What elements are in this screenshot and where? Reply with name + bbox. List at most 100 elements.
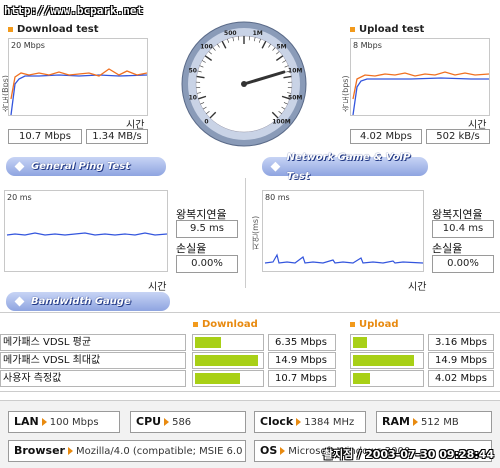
tab-general-ping-test[interactable]: General Ping Test xyxy=(6,157,166,176)
arrow-right-icon xyxy=(41,418,47,426)
bandwidth-download-bar-fill xyxy=(195,373,240,384)
tab-game-label: Network Game & VoIP Test xyxy=(286,151,411,182)
bandwidth-download-bar-fill xyxy=(195,355,258,366)
ram-value: 512 MB xyxy=(420,417,459,428)
bandwidth-download-head: Download xyxy=(193,319,258,330)
ping-graph: 20 ms xyxy=(4,190,168,272)
diamond-icon xyxy=(14,161,25,172)
orange-square-icon xyxy=(350,27,355,32)
diamond-icon xyxy=(14,296,25,307)
bandwidth-row-label: 메가패스 VDSL 평균 xyxy=(0,334,186,351)
diamond-icon xyxy=(270,161,281,172)
bandwidth-upload-bar xyxy=(350,370,424,387)
lan-value: 100 Mbps xyxy=(49,417,99,428)
bandwidth-download-value: 6.35 Mbps xyxy=(268,334,336,351)
browser-info: Browser Mozilla/4.0 (compatible; MSIE 6.0 xyxy=(8,440,246,462)
game-loss-value: 0.00% xyxy=(432,255,494,273)
gauge-label: 5M xyxy=(276,44,286,51)
lan-info: LAN 100 Mbps xyxy=(8,411,120,433)
tab-bandwidth-gauge[interactable]: Bandwidth Gauge xyxy=(6,292,170,311)
cpu-label: CPU xyxy=(136,415,162,428)
arrow-right-icon xyxy=(412,418,418,426)
bandwidth-download-bar xyxy=(192,370,264,387)
bandwidth-upload-bar-fill xyxy=(353,373,370,384)
upload-kbs-value: 502 kB/s xyxy=(426,129,490,144)
bandwidth-row-label: 메가패스 VDSL 최대값 xyxy=(0,352,186,369)
game-xlabel: 시간 xyxy=(408,282,427,293)
bandwidth-row-label: 사용자 측정값 xyxy=(0,370,186,387)
bandwidth-upload-head-text: Upload xyxy=(359,319,399,330)
ping-loss-value: 0.00% xyxy=(176,255,238,273)
gauge-label: 10M xyxy=(288,67,302,74)
arrow-right-icon xyxy=(296,418,302,426)
bandwidth-download-head-text: Download xyxy=(202,319,258,330)
browser-value: Mozilla/4.0 (compatible; MSIE 6.0 xyxy=(75,446,243,457)
arrow-right-icon xyxy=(164,418,170,426)
bandwidth-upload-head: Upload xyxy=(350,319,398,330)
bandwidth-upload-bar-fill xyxy=(353,337,367,348)
gauge-label: 100 xyxy=(200,44,213,51)
upload-title-text: Upload test xyxy=(359,24,425,35)
download-test-title: Download test xyxy=(8,24,99,35)
bandwidth-upload-bar-fill xyxy=(353,355,415,366)
upload-mbps-value: 4.02 Mbps xyxy=(350,129,422,144)
ram-label: RAM xyxy=(382,415,410,428)
ping-loss-label: 손실율 xyxy=(176,242,207,255)
gauge-hub xyxy=(241,81,247,87)
site-url: http://www.bcpark.net xyxy=(4,4,144,17)
upload-series-blue xyxy=(352,77,489,115)
clock-label: Clock xyxy=(260,415,294,428)
ping-graph-svg xyxy=(6,232,167,236)
ram-info: RAM 512 MB xyxy=(376,411,492,433)
orange-square-icon xyxy=(8,27,13,32)
game-latency-value: 10.4 ms xyxy=(432,220,494,238)
cpu-info: CPU 586 xyxy=(130,411,246,433)
bandwidth-upload-bar xyxy=(350,334,424,351)
gauge-label: 50 xyxy=(189,67,197,74)
game-loss-label: 손실율 xyxy=(432,242,463,255)
bandwidth-upload-value: 14.9 Mbps xyxy=(428,352,494,369)
clock-value: 1384 MHz xyxy=(304,417,355,428)
arrow-right-icon xyxy=(280,447,286,455)
tab-ping-label: General Ping Test xyxy=(31,161,131,172)
os-label: OS xyxy=(260,444,278,457)
clock-info: Clock 1384 MHz xyxy=(254,411,366,433)
bandwidth-download-bar-fill xyxy=(195,337,222,348)
ping-latency-value: 9.5 ms xyxy=(176,220,238,238)
bandwidth-download-value: 10.7 Mbps xyxy=(268,370,336,387)
gauge-label: 50M xyxy=(288,95,302,102)
bandwidth-download-bar xyxy=(192,352,264,369)
watermark: 촬지점 / 2003-07-30 09:28:44 xyxy=(323,448,494,461)
gauge-label: 1M xyxy=(253,30,263,37)
download-series-orange xyxy=(10,68,147,100)
game-graph-svg xyxy=(264,253,423,264)
speed-gauge-svg: 0 10 50 100 500 1M 5M 10M 50M 100M xyxy=(181,21,307,147)
gauge-label: 0 xyxy=(204,118,208,125)
upload-series-orange xyxy=(352,71,489,100)
download-mbps-value: 10.7 Mbps xyxy=(8,129,82,144)
download-mbs-value: 1.34 MB/s xyxy=(86,129,148,144)
lan-label: LAN xyxy=(14,415,39,428)
download-series-blue xyxy=(10,74,147,115)
upload-graph-svg xyxy=(352,71,489,115)
orange-square-icon xyxy=(193,322,198,327)
download-graph-svg xyxy=(10,68,147,115)
game-series xyxy=(264,253,423,264)
gauge-label: 500 xyxy=(224,30,237,37)
ping-xlabel: 시간 xyxy=(148,282,167,293)
orange-square-icon xyxy=(350,322,355,327)
bandwidth-upload-value: 3.16 Mbps xyxy=(428,334,494,351)
download-title-text: Download test xyxy=(17,24,99,35)
browser-label: Browser xyxy=(14,444,65,457)
upload-test-title: Upload test xyxy=(350,24,424,35)
bandwidth-upload-bar xyxy=(350,352,424,369)
cpu-value: 586 xyxy=(172,417,192,428)
gauge-label: 100M xyxy=(272,118,291,125)
gauge-label: 10 xyxy=(189,95,197,102)
game-graph: 80 ms xyxy=(262,190,424,272)
tab-bandwidth-label: Bandwidth Gauge xyxy=(31,296,131,307)
game-ylabel: 지연(ms) xyxy=(251,215,260,250)
speed-gauge: 0 10 50 100 500 1M 5M 10M 50M 100M xyxy=(180,20,308,148)
upload-graph: 8 Mbps xyxy=(350,38,490,116)
tab-network-game-voip-test[interactable]: Network Game & VoIP Test xyxy=(262,152,428,182)
